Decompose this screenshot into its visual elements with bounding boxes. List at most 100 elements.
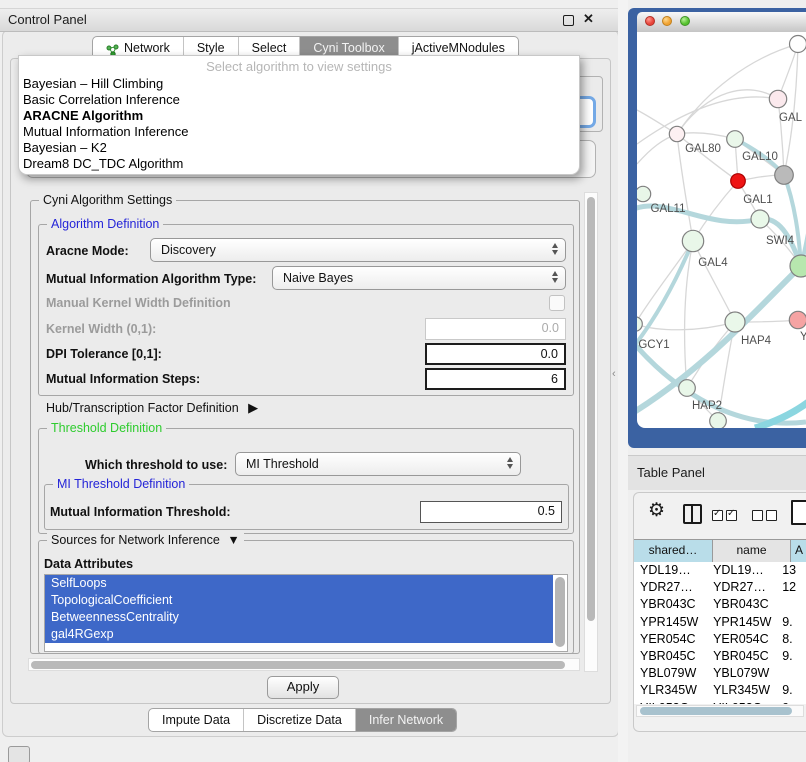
collapsed-panel-icon[interactable] — [8, 746, 30, 762]
columns-icon[interactable] — [683, 504, 702, 524]
table-row[interactable]: YPR145WYPR145W9. — [634, 614, 806, 631]
mi-threshold-label: Mutual Information Threshold: — [50, 505, 231, 519]
node-gal11[interactable] — [637, 186, 651, 201]
expand-down-icon: ▼ — [227, 533, 239, 547]
node-salmon[interactable] — [789, 311, 806, 328]
node-bottom[interactable] — [710, 413, 727, 428]
table-horizontal-scrollbar[interactable] — [636, 705, 804, 717]
table-row[interactable]: YER054CYER054C8. — [634, 631, 806, 648]
list-item-topologicalcoefficient[interactable]: TopologicalCoefficient — [45, 592, 553, 609]
dpi-tolerance-field[interactable]: 0.0 — [425, 343, 566, 365]
tab-discretize-data[interactable]: Discretize Data — [243, 709, 355, 731]
collapse-right-icon: ▶ — [248, 400, 258, 415]
sources-legend[interactable]: Sources for Network Inference ▼ — [47, 533, 244, 547]
network-window-titlebar[interactable] — [637, 12, 806, 33]
deselect-all-icon[interactable] — [752, 508, 780, 526]
hub-definition-toggle[interactable]: Hub/Transcription Factor Definition ▶ — [46, 400, 258, 416]
column-header-shared-name[interactable]: shared… — [634, 540, 713, 562]
node-hap2[interactable] — [679, 380, 696, 397]
gear-icon[interactable]: ⚙ — [648, 499, 665, 522]
dropdown-item-aracne[interactable]: ARACNE Algorithm — [19, 108, 579, 124]
label-gal11: GAL11 — [651, 203, 686, 215]
table-header-row: shared… name A — [634, 539, 806, 563]
column-header-name[interactable]: name — [713, 540, 791, 562]
node-gal80[interactable] — [669, 126, 684, 141]
table-scrollbar-thumb[interactable] — [640, 707, 792, 715]
dropdown-item-dream8[interactable]: Dream8 DC_TDC Algorithm — [19, 156, 579, 172]
label-gal10: GAL10 — [742, 151, 778, 163]
data-attributes-label: Data Attributes — [44, 557, 133, 571]
table-row[interactable]: YDL19…YDL19…13 — [634, 562, 806, 579]
control-panel-title: Control Panel — [8, 12, 87, 27]
settings-horizontal-scrollbar[interactable] — [28, 658, 580, 671]
table-row[interactable]: YIL052CYIL052C9. — [634, 700, 806, 705]
dropdown-item-bayesian-hill-climbing[interactable]: Bayesian – Hill Climbing — [19, 76, 579, 92]
mi-threshold-field[interactable]: 0.5 — [420, 501, 562, 523]
table-row[interactable]: YBR045CYBR045C9. — [634, 648, 806, 665]
list-scrollbar-thumb[interactable] — [555, 577, 565, 647]
export-table-icon[interactable] — [791, 500, 806, 525]
float-panel-icon[interactable] — [563, 15, 574, 26]
horizontal-scrollbar-thumb[interactable] — [31, 661, 565, 669]
window-minimize-button[interactable] — [662, 16, 672, 26]
label-hap4: HAP4 — [741, 335, 772, 347]
apply-button[interactable]: Apply — [267, 676, 339, 699]
combo-arrows-icon — [552, 271, 558, 283]
table-rows: YDL19…YDL19…13 YDR27…YDR27…12 YBR043CYBR… — [634, 562, 806, 704]
label-swi4: SWI4 — [766, 235, 795, 247]
node-gal-partial[interactable] — [769, 90, 786, 107]
dropdown-prompt: Select algorithm to view settings — [19, 56, 579, 76]
aracne-mode-label: Aracne Mode: — [46, 244, 129, 258]
network-canvas[interactable]: GAL GAL80 GAL10 GAL1 GAL11 SWI4 GAL4 HAP… — [637, 32, 806, 428]
vertical-scrollbar-thumb[interactable] — [587, 197, 595, 621]
table-row[interactable]: YLR345WYLR345W9. — [634, 682, 806, 699]
label-y-partial: Y — [800, 331, 806, 343]
mi-steps-label: Mutual Information Steps: — [46, 372, 200, 386]
dropdown-item-mutual-information[interactable]: Mutual Information Inference — [19, 124, 579, 140]
node-pale-green-mid[interactable] — [751, 210, 769, 228]
table-row[interactable]: YBR043CYBR043C — [634, 596, 806, 613]
panel-divider[interactable] — [618, 0, 628, 762]
table-row[interactable]: YBL079WYBL079W — [634, 665, 806, 682]
tab-infer-network[interactable]: Infer Network — [355, 709, 456, 731]
manual-kernel-checkbox[interactable] — [549, 295, 565, 311]
mi-type-label: Mutual Information Algorithm Type: — [46, 272, 256, 286]
node-gcy1[interactable] — [637, 317, 642, 332]
label-gcy1: GCY1 — [638, 339, 669, 351]
mi-steps-field[interactable]: 6 — [425, 368, 566, 390]
dropdown-item-basic-correlation[interactable]: Basic Correlation Inference — [19, 92, 579, 108]
algorithm-dropdown-popup: Select algorithm to view settings Bayesi… — [18, 55, 580, 175]
tab-impute-data[interactable]: Impute Data — [149, 709, 243, 731]
window-zoom-button[interactable] — [680, 16, 690, 26]
cyni-settings-legend: Cyni Algorithm Settings — [39, 193, 176, 207]
select-all-icon[interactable] — [712, 508, 740, 526]
kernel-width-field[interactable]: 0.0 — [425, 318, 566, 340]
close-panel-icon[interactable]: ✕ — [583, 11, 594, 27]
window-close-button[interactable] — [645, 16, 655, 26]
node-gal10[interactable] — [727, 131, 744, 148]
list-item-selfloops[interactable]: SelfLoops — [45, 575, 553, 592]
node-gray[interactable] — [775, 166, 794, 185]
dropdown-item-bayesian-k2[interactable]: Bayesian – K2 — [19, 140, 579, 156]
node-unlabeled-top[interactable] — [790, 36, 806, 53]
list-item-gal4rgexp[interactable]: gal4RGexp — [45, 626, 553, 643]
list-item-betweennesscentrality[interactable]: BetweennessCentrality — [45, 609, 553, 626]
which-threshold-combo[interactable]: MI Threshold — [235, 452, 521, 476]
mi-threshold-legend: MI Threshold Definition — [53, 477, 189, 491]
node-gal4[interactable] — [682, 230, 703, 251]
column-header-partial[interactable]: A — [791, 540, 806, 562]
node-hap4[interactable] — [725, 312, 745, 332]
mi-type-combo[interactable]: Naive Bayes — [272, 266, 566, 290]
settings-vertical-scrollbar[interactable] — [584, 192, 598, 672]
aracne-mode-combo[interactable]: Discovery — [150, 238, 566, 262]
node-gal1-selected-red[interactable] — [731, 174, 746, 189]
screenshot-root: Control Panel ✕ Network Style Select Cyn… — [0, 0, 806, 762]
table-row[interactable]: YDR27…YDR27…12 — [634, 579, 806, 596]
splitter-arrow-icon[interactable]: ‹ — [612, 368, 616, 380]
manual-kernel-label: Manual Kernel Width Definition — [46, 296, 231, 310]
label-hap2: HAP2 — [692, 400, 722, 412]
node-swi4[interactable] — [790, 255, 806, 277]
table-panel-body: ⚙ shared… name A YDL19…YDL19…13 YDR27…YD… — [633, 492, 806, 732]
combo-arrows-icon — [507, 457, 513, 469]
network-node-labels: GAL GAL80 GAL10 GAL1 GAL11 SWI4 GAL4 HAP… — [638, 112, 806, 412]
